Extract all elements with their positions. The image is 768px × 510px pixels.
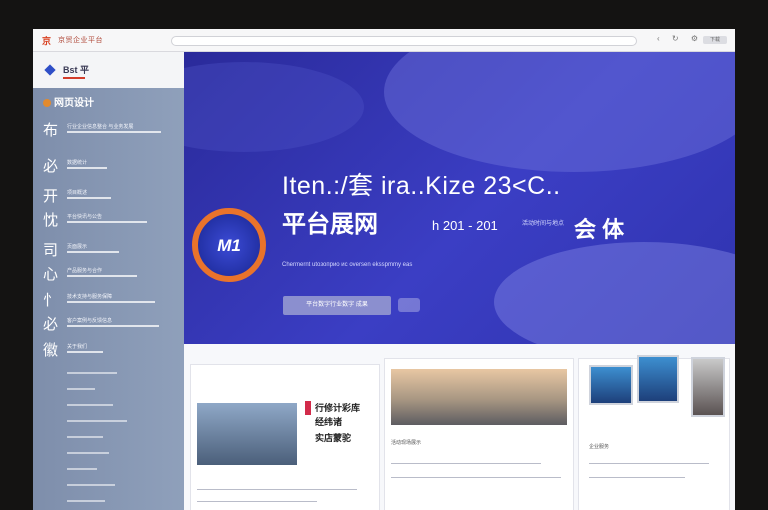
card-divider [197,501,317,502]
site-brand-text: 京贸企业平台 [58,37,103,44]
hero-wave [184,62,364,152]
sidebar-item-line [67,325,159,327]
hero-title: Iten.:/套 ira..Kizе 23<C.. [282,172,561,200]
hero-description: Chermernt utoзоприо ис oversen eksspmmy … [282,262,413,268]
sidebar-item-glyph: 忄 [43,292,59,309]
brand-icon [44,64,56,76]
sidebar-item-glyph: 徽 [43,342,59,359]
sidebar-item-label: 数据统计 [67,160,88,166]
sidebar-item-line [67,167,107,169]
sidebar-item-label: 产品服务与合作 [67,268,103,274]
sidebar-item-glyph: 司 [43,242,59,259]
sidebar-placeholder-line [67,420,127,422]
sidebar-item-label: 技术支持与服务保障 [67,294,113,300]
hero-subtitle: 平台展网 [282,211,378,238]
card-title: 经纬诸 [315,417,343,427]
emblem-text: M1 [217,236,241,255]
sidebar-item-label: 客户案例与反馈信息 [67,318,113,324]
brand-underline [63,77,85,79]
news-card[interactable]: 企业服务 [578,355,730,510]
content-panel: 行修计彩库 经纬诸 实店蒙驼 活动现场展示 企业服务 [184,344,735,510]
sidebar-item-label: 关于我们 [67,344,88,350]
sidebar-item-line [67,351,103,353]
hero-cta-button[interactable]: 平台数字行业数字 成果 [283,296,391,315]
toolbar-icons[interactable]: ‹ ↻ ⚙ [657,34,703,43]
sidebar-item-line [67,197,111,199]
hero-right-text: 会 体 [574,217,625,242]
sidebar-item-glyph: 必 [43,158,59,175]
hero-date: һ 201 - 201 [432,218,498,233]
sidebar-placeholder-line [67,388,95,390]
news-card[interactable]: 行修计彩库 经纬诸 实店蒙驼 [190,364,380,510]
sidebar-top-item[interactable]: 网页设计 [43,94,94,109]
site-logo[interactable]: 京 [42,34,51,47]
hero-date-sub: 活动时间与地点 [522,221,565,227]
sidebar: Bst 平 网页设计 布 行业企业信息整合 与业务发展 必 数据统计 开 项目概… [33,52,184,510]
browser-window: 京 京贸企业平台 ‹ ↻ ⚙ 下载 Bst 平 网页设计 布 行业企业信息整合 … [33,29,735,510]
sidebar-item-glyph: 必 [43,316,59,333]
sidebar-item-line [67,251,119,253]
sidebar-item-line [67,131,161,133]
card-divider [197,489,357,490]
sidebar-item-label: 平台快讯与公告 [67,214,103,220]
news-thumbnail[interactable] [197,403,297,465]
browser-toolbar: 京 京贸企业平台 ‹ ↻ ⚙ 下载 [33,29,735,52]
screen-thumbnail[interactable] [691,357,725,417]
download-button[interactable]: 下载 [703,36,727,44]
sidebar-item-line [67,275,137,277]
dot-icon [43,99,51,108]
sidebar-item-glyph: 开 [43,188,59,205]
hero-secondary-button[interactable] [398,298,420,312]
sidebar-placeholder-line [67,468,97,470]
sidebar-placeholder-line [67,452,109,454]
sidebar-item-line [67,301,155,303]
card-divider [391,463,541,464]
card-text: 企业服务 [589,444,610,450]
sidebar-item-label: 行业企业信息整合 与业务发展 [67,124,134,130]
card-divider [589,463,709,464]
sidebar-placeholder-line [67,484,115,486]
screen-thumbnail[interactable] [637,355,679,403]
sidebar-brand[interactable]: Bst 平 [63,63,89,76]
sidebar-placeholder-line [67,436,103,438]
card-divider [589,477,685,478]
sidebar-item-glyph: 心 [43,266,59,283]
news-card[interactable]: 活动现场展示 [384,358,574,510]
card-text: 活动现场展示 [391,440,422,446]
card-title: 实店蒙驼 [315,433,352,443]
card-divider [391,477,561,478]
hero-wave [384,52,735,172]
sidebar-placeholder-line [67,404,113,406]
sidebar-top-label: 网页设计 [54,98,94,109]
news-thumbnail[interactable] [391,369,567,425]
sidebar-item-glyph: 布 [43,122,59,139]
emblem-logo: M1 [192,208,266,282]
address-bar[interactable] [171,36,637,46]
sidebar-placeholder-line [67,372,117,374]
sidebar-item-label: 项目概述 [67,190,88,196]
card-title: 行修计彩库 [315,403,361,413]
sidebar-item-glyph: 忱 [43,212,59,229]
hero-banner: M1 Iten.:/套 ira..Kizе 23<C.. 平台展网 һ 201 … [184,52,735,510]
screen-thumbnail[interactable] [589,365,633,405]
sidebar-item-line [67,221,147,223]
sidebar-placeholder-line [67,500,105,502]
sidebar-item-label: 页面展示 [67,244,88,250]
accent-marker [305,401,311,415]
sidebar-header: Bst 平 [33,52,184,88]
